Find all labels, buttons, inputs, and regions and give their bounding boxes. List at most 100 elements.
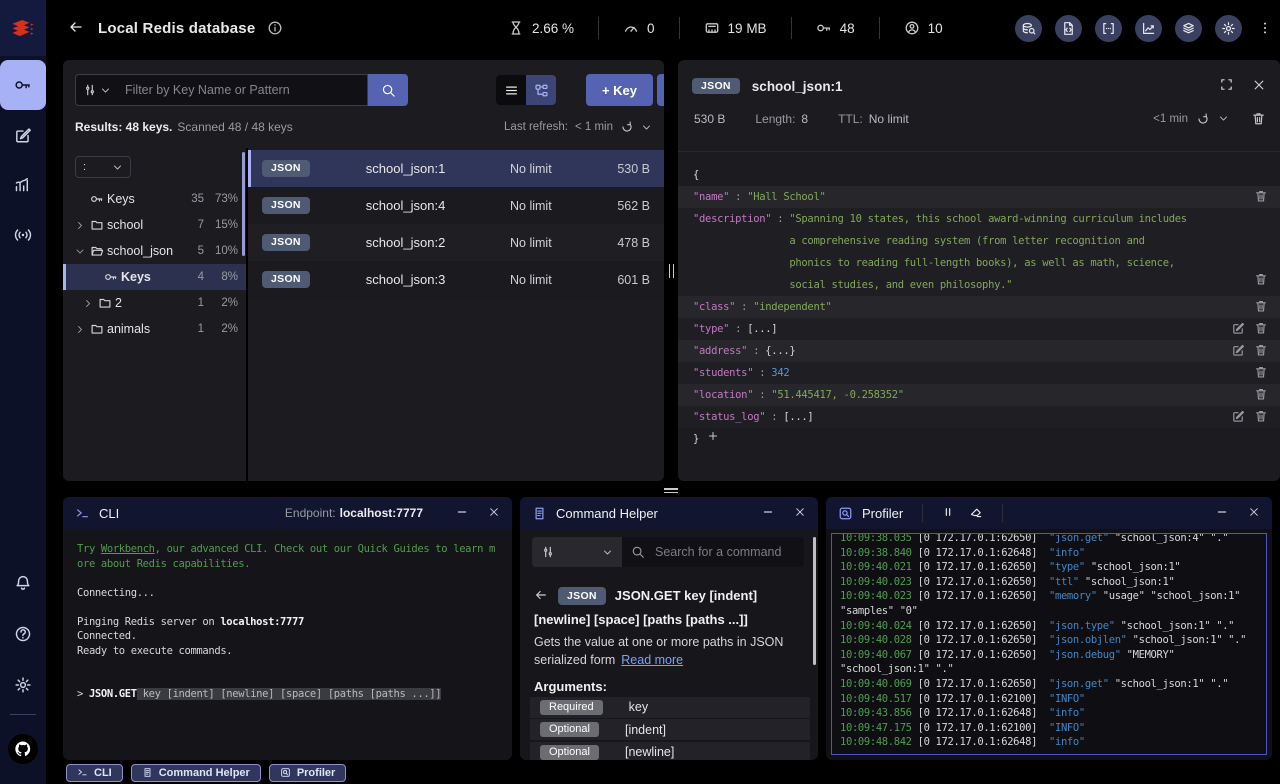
tree-item-2[interactable]: 2 1 2% <box>63 290 246 316</box>
key-filter-input[interactable] <box>117 74 368 106</box>
json-field-value[interactable]: "Hall School" <box>747 186 826 208</box>
chevron-right-icon[interactable] <box>73 324 87 335</box>
overflow-menu-button[interactable] <box>1258 21 1272 38</box>
close-helper-button[interactable] <box>794 506 806 521</box>
layers-button[interactable] <box>1175 14 1202 42</box>
key-row[interactable]: JSON school_json:1 No limit 530 B <box>248 150 664 187</box>
json-field-key[interactable]: "name" <box>693 186 729 208</box>
json-field-key[interactable]: "type" <box>693 318 729 340</box>
json-field-value[interactable]: [...] <box>783 406 813 428</box>
sidebar-item-analytics[interactable] <box>0 160 46 210</box>
delete-field-button[interactable] <box>1254 272 1268 294</box>
delete-field-button[interactable] <box>1254 299 1268 316</box>
json-field-value[interactable]: "independent" <box>753 296 832 318</box>
close-cli-button[interactable] <box>488 506 500 521</box>
db-stat-memory[interactable]: 19 MB <box>704 20 767 36</box>
filter-type-dropdown[interactable] <box>75 74 117 106</box>
delete-field-button[interactable] <box>1254 365 1268 382</box>
chevron-down-icon[interactable] <box>73 246 87 257</box>
panel-resize-handle-vertical[interactable] <box>664 60 678 481</box>
key-row[interactable]: JSON school_json:4 No limit 562 B <box>248 187 664 224</box>
db-stat-hourglass[interactable]: 2.66 % <box>508 20 574 36</box>
delete-field-button[interactable] <box>1254 387 1268 404</box>
delete-key-icon[interactable] <box>1251 111 1266 126</box>
bulk-actions-button[interactable] <box>657 74 664 106</box>
chevron-right-icon[interactable] <box>81 298 95 309</box>
search-button[interactable] <box>368 74 408 106</box>
command-filter-dropdown[interactable] <box>532 537 622 567</box>
sidebar-item-notifications[interactable] <box>0 557 46 608</box>
tree-view-toggle[interactable] <box>526 75 556 105</box>
tree-item-keys[interactable]: Keys 35 73% <box>63 186 246 212</box>
json-field-value[interactable]: {...} <box>765 340 795 362</box>
ttl-value[interactable]: No limit <box>869 112 909 126</box>
pause-profiler-button[interactable] <box>942 506 954 521</box>
sidebar-item-help[interactable] <box>0 608 46 659</box>
panel-resize-handle-horizontal[interactable] <box>664 486 680 494</box>
redis-logo[interactable] <box>0 0 46 56</box>
db-stat-gauge[interactable]: 0 <box>623 20 655 36</box>
refresh-icon[interactable] <box>1196 112 1210 126</box>
back-button[interactable] <box>68 19 84 38</box>
helper-scrollbar[interactable] <box>813 537 816 665</box>
chevron-down-icon[interactable] <box>1218 113 1229 124</box>
close-details-button[interactable] <box>1252 78 1266 95</box>
sidebar-item-settings[interactable] <box>0 659 46 710</box>
grid-code-button[interactable] <box>1095 14 1122 42</box>
bottom-tab-profiler[interactable]: Profiler <box>268 763 347 782</box>
file-code-button[interactable] <box>1055 14 1082 42</box>
minimize-helper-button[interactable] <box>762 506 774 521</box>
bottom-tab-command-helper[interactable]: Command Helper <box>130 763 261 782</box>
sidebar-item-workbench[interactable] <box>0 110 46 160</box>
bottom-tab-cli[interactable]: CLI <box>66 763 123 782</box>
key-name[interactable]: school_json:1 <box>752 79 1219 94</box>
refresh-icon[interactable] <box>620 120 634 134</box>
json-field-key[interactable]: "location" <box>693 384 754 406</box>
list-view-toggle[interactable] <box>496 75 526 105</box>
db-stat-key[interactable]: 48 <box>816 20 855 36</box>
delete-field-button[interactable] <box>1254 409 1268 426</box>
chevron-down-icon[interactable] <box>641 122 652 133</box>
edit-field-button[interactable] <box>1231 409 1245 426</box>
delete-field-button[interactable] <box>1254 321 1268 338</box>
tree-item-school[interactable]: school 7 15% <box>63 212 246 238</box>
edit-field-button[interactable] <box>1231 321 1245 338</box>
delete-field-button[interactable] <box>1254 189 1268 206</box>
db-search-button[interactable] <box>1015 14 1042 42</box>
db-stat-users[interactable]: 10 <box>904 20 943 36</box>
json-field-value[interactable]: "51.445417, -0.258352" <box>771 384 904 406</box>
delimiter-dropdown[interactable]: : <box>75 156 131 178</box>
json-field-key[interactable]: "address" <box>693 340 748 362</box>
minimize-cli-button[interactable] <box>456 506 468 521</box>
add-key-button[interactable]: + Key <box>586 74 653 106</box>
clear-profiler-button[interactable] <box>969 505 983 522</box>
command-search-input[interactable] <box>653 544 795 560</box>
tree-item-keys[interactable]: Keys 4 8% <box>63 264 246 290</box>
sidebar-item-browser[interactable] <box>0 60 46 110</box>
sidebar-item-pubsub[interactable] <box>0 210 46 260</box>
profiler-log[interactable]: 10:09:38.035 [0 172.17.0.1:62650] "json.… <box>831 533 1267 755</box>
add-json-field-button[interactable] <box>707 428 719 450</box>
minimize-profiler-button[interactable] <box>1216 506 1228 521</box>
json-field-key[interactable]: "class" <box>693 296 735 318</box>
edit-field-button[interactable] <box>1231 343 1245 360</box>
fullscreen-button[interactable] <box>1219 77 1234 95</box>
sidebar-item-github[interactable] <box>0 723 46 774</box>
gear-button[interactable] <box>1215 14 1242 42</box>
tree-scrollbar[interactable] <box>242 152 245 256</box>
cli-workbench-link[interactable]: Workbench <box>101 543 155 555</box>
chevron-right-icon[interactable] <box>73 220 87 231</box>
json-field-key[interactable]: "description" <box>693 208 772 296</box>
json-field-key[interactable]: "status_log" <box>693 406 766 428</box>
json-field-value[interactable]: [...] <box>747 318 777 340</box>
cli-output[interactable]: Try Workbench, our advanced CLI. Check o… <box>63 529 512 715</box>
delete-field-button[interactable] <box>1254 343 1268 360</box>
read-more-link[interactable]: Read more <box>621 653 683 667</box>
chart-line-button[interactable] <box>1135 14 1162 42</box>
json-field-value[interactable]: 342 <box>771 362 789 384</box>
json-field-value[interactable]: "Spanning 10 states, this school award-w… <box>789 208 1191 296</box>
key-row[interactable]: JSON school_json:3 No limit 601 B <box>248 261 664 298</box>
info-icon[interactable] <box>267 20 283 36</box>
json-field-key[interactable]: "students" <box>693 362 754 384</box>
tree-item-animals[interactable]: animals 1 2% <box>63 316 246 342</box>
